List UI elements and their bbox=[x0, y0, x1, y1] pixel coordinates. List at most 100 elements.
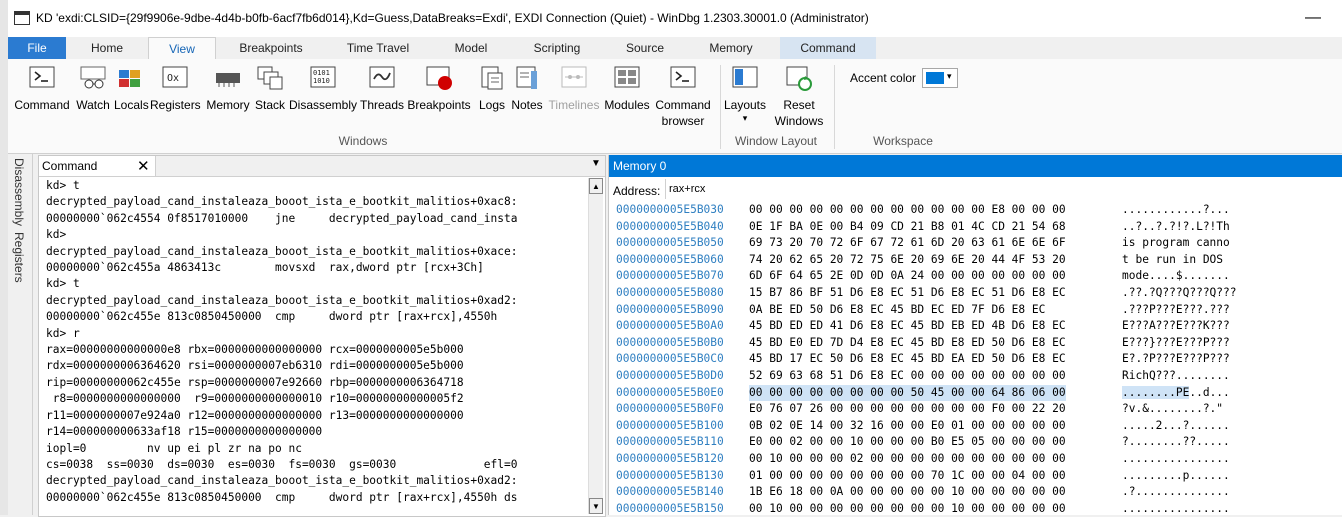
memory-row[interactable]: 0000000005E5B0C0 45 BD 17 EC 50 D6 E8 EC … bbox=[616, 351, 1341, 368]
memory-row[interactable]: 0000000005E5B090 0A BE ED 50 D6 E8 EC 45 … bbox=[616, 302, 1341, 319]
memory-row[interactable]: 0000000005E5B0B0 45 BD E0 ED 7D D4 E8 EC … bbox=[616, 335, 1341, 352]
locals-window-button[interactable]: Locals bbox=[114, 65, 149, 113]
memory-row[interactable]: 0000000005E5B130 01 00 00 00 00 00 00 00 … bbox=[616, 468, 1341, 485]
scroll-down-arrow-icon[interactable]: ▼ bbox=[589, 498, 603, 514]
memory-row[interactable]: 0000000005E5B050 69 73 20 70 72 6F 67 72 … bbox=[616, 235, 1341, 252]
command-output-line: rdx=0000000006364620 rsi=0000000007eb631… bbox=[46, 359, 464, 373]
disassembly-window-label: Disassembly bbox=[288, 98, 357, 112]
command-output-line: decrypted_payload_cand_instaleaza_booot_… bbox=[46, 195, 518, 209]
memory-row[interactable]: 0000000005E5B060 74 20 62 65 20 72 75 6E … bbox=[616, 252, 1341, 269]
command-window-label: Command bbox=[14, 98, 70, 112]
memory-row[interactable]: 0000000005E5B080 15 B7 86 BF 51 D6 E8 EC … bbox=[616, 285, 1341, 302]
command-browser-icon bbox=[669, 65, 697, 91]
pane-menu-arrow-icon[interactable]: ▼ bbox=[591, 158, 601, 169]
memory-address: 0000000005E5B090 bbox=[616, 302, 724, 316]
tab-view[interactable]: View bbox=[148, 37, 216, 60]
command-output-line: r11=0000000007e924a0 r12=000000000000000… bbox=[46, 408, 464, 422]
logs-window-label: Logs bbox=[478, 98, 506, 112]
memory-address: 0000000005E5B150 bbox=[616, 501, 724, 515]
memory-ascii: is program canno bbox=[1122, 236, 1230, 250]
stack-window-button[interactable]: Stack bbox=[254, 65, 286, 113]
memory-address: 0000000005E5B0F0 bbox=[616, 402, 724, 416]
tab-command[interactable]: Command bbox=[780, 37, 876, 59]
command-window-button[interactable]: Command bbox=[12, 65, 72, 113]
command-output-line: iopl=0 nv up ei pl zr na po nc bbox=[46, 441, 302, 455]
memory-row[interactable]: 0000000005E5B150 00 10 00 00 00 00 00 00 … bbox=[616, 501, 1341, 515]
app-window-icon bbox=[14, 11, 30, 25]
memory-address: 0000000005E5B050 bbox=[616, 236, 724, 250]
logs-window-button[interactable]: Logs bbox=[476, 65, 508, 113]
command-output-line: cs=0038 ss=0030 ds=0030 es=0030 fs=0030 … bbox=[46, 457, 518, 471]
command-scrollbar[interactable]: ▲ ▼ bbox=[588, 178, 603, 514]
command-pane: Command ✕ ▼ kd> t decrypted_payload_cand_… bbox=[38, 155, 606, 517]
memory-address: 0000000005E5B030 bbox=[616, 203, 724, 216]
minimize-button[interactable]: — bbox=[1290, 6, 1336, 30]
memory-ascii: mode....$....... bbox=[1122, 269, 1230, 283]
memory-address: 0000000005E5B0D0 bbox=[616, 368, 724, 382]
breakpoints-window-button[interactable]: Breakpoints bbox=[406, 65, 472, 113]
layouts-label: Layouts bbox=[723, 98, 767, 112]
memory-window-button[interactable]: Memory bbox=[204, 65, 252, 113]
notes-window-label: Notes bbox=[511, 98, 543, 112]
disassembly-window-button[interactable]: 0101 1010 Disassembly bbox=[288, 65, 358, 113]
registers-window-button[interactable]: Ox Registers bbox=[150, 65, 201, 113]
memory-bytes: 6D 6F 64 65 2E 0D 0D 0A 24 00 00 00 00 0… bbox=[749, 269, 1066, 283]
tab-source[interactable]: Source bbox=[616, 37, 674, 59]
memory-chip-icon bbox=[214, 65, 242, 91]
timelines-window-button[interactable]: Timelines bbox=[546, 65, 602, 113]
notes-icon bbox=[513, 65, 541, 91]
address-input[interactable] bbox=[665, 179, 1342, 199]
memory-row[interactable]: 0000000005E5B140 1B E6 18 00 0A 00 00 00 … bbox=[616, 484, 1341, 501]
memory-rows: 0000000005E5B030 00 00 00 00 00 00 00 00 … bbox=[616, 202, 1341, 515]
memory-row[interactable]: 0000000005E5B040 0E 1F BA 0E 00 B4 09 CD … bbox=[616, 219, 1341, 236]
memory-row[interactable]: 0000000005E5B0A0 45 BD ED ED 41 D6 E8 EC … bbox=[616, 318, 1341, 335]
watch-window-button[interactable]: Watch bbox=[72, 65, 114, 113]
tab-breakpoints[interactable]: Breakpoints bbox=[230, 37, 312, 59]
memory-bytes: 0B 02 0E 14 00 32 16 00 00 E0 01 00 00 0… bbox=[749, 418, 1066, 432]
memory-row[interactable]: 0000000005E5B0D0 52 69 63 68 51 D6 E8 EC … bbox=[616, 368, 1341, 385]
memory-row[interactable]: 0000000005E5B0F0 E0 76 07 26 00 00 00 00 … bbox=[616, 401, 1341, 418]
command-output-line: kd> t bbox=[46, 277, 80, 291]
memory-row[interactable]: 0000000005E5B110 E0 00 02 00 00 10 00 00 … bbox=[616, 434, 1341, 451]
side-tab-disassembly[interactable]: Disassembly bbox=[12, 158, 26, 226]
memory-bytes: 00 00 00 00 00 00 00 00 50 45 00 00 64 8… bbox=[749, 384, 1066, 402]
tab-time-travel[interactable]: Time Travel bbox=[338, 37, 418, 59]
reset-windows-button[interactable]: Reset Windows bbox=[768, 65, 830, 129]
memory-window-label: Memory bbox=[206, 98, 250, 112]
notes-window-button[interactable]: Notes bbox=[508, 65, 546, 113]
command-browser-button[interactable]: Command browser bbox=[654, 65, 712, 129]
memory-address: 0000000005E5B120 bbox=[616, 451, 724, 465]
memory-row[interactable]: 0000000005E5B100 0B 02 0E 14 00 32 16 00 … bbox=[616, 418, 1341, 435]
tab-file[interactable]: File bbox=[8, 37, 66, 59]
stack-window-label: Stack bbox=[254, 98, 285, 112]
layouts-button[interactable]: Layouts ▾ bbox=[722, 65, 768, 124]
memory-bytes: 0A BE ED 50 D6 E8 EC 45 BD EC ED 7F D6 E… bbox=[749, 302, 1046, 316]
memory-row[interactable]: 0000000005E5B030 00 00 00 00 00 00 00 00 … bbox=[616, 202, 1341, 219]
tab-scripting[interactable]: Scripting bbox=[522, 37, 592, 59]
memory-pane-header[interactable]: Memory 0 bbox=[609, 155, 1342, 177]
accent-color-picker[interactable]: ▾ bbox=[922, 68, 958, 88]
svg-text:Ox: Ox bbox=[167, 73, 179, 84]
group-separator bbox=[834, 65, 835, 149]
tab-memory[interactable]: Memory bbox=[698, 37, 764, 59]
command-output-line: rip=00000000062c455e rsp=0000000007e9266… bbox=[46, 375, 464, 389]
tab-home[interactable]: Home bbox=[78, 37, 136, 59]
window-layout-group-label: Window Layout bbox=[734, 134, 818, 148]
modules-window-button[interactable]: Modules bbox=[602, 65, 652, 113]
memory-address: 0000000005E5B080 bbox=[616, 285, 724, 299]
memory-row[interactable]: 0000000005E5B120 00 10 00 00 00 02 00 00 … bbox=[616, 451, 1341, 468]
command-window-icon bbox=[28, 65, 56, 91]
scroll-up-arrow-icon[interactable]: ▲ bbox=[589, 178, 603, 194]
layouts-dropdown-arrow: ▾ bbox=[742, 113, 748, 123]
command-tab[interactable]: Command ✕ bbox=[39, 156, 156, 176]
side-tab-registers[interactable]: Registers bbox=[12, 232, 26, 283]
memory-address: 0000000005E5B040 bbox=[616, 219, 724, 233]
close-icon[interactable]: ✕ bbox=[137, 157, 150, 175]
tab-model[interactable]: Model bbox=[444, 37, 498, 59]
memory-row[interactable]: 0000000005E5B070 6D 6F 64 65 2E 0D 0D 0A … bbox=[616, 268, 1341, 285]
threads-window-label: Threads bbox=[360, 98, 405, 112]
memory-ascii: E?.?P???E???P??? bbox=[1122, 352, 1230, 366]
threads-window-button[interactable]: Threads bbox=[360, 65, 404, 113]
memory-row[interactable]: 0000000005E5B0E0 00 00 00 00 00 00 00 00 … bbox=[616, 384, 1341, 402]
memory-bytes: 00 00 00 00 00 00 00 00 00 00 00 00 E8 0… bbox=[749, 203, 1066, 216]
